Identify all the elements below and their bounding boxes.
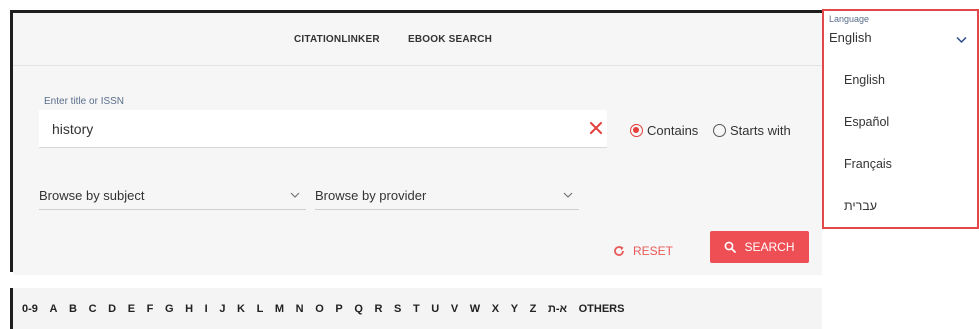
search-icon — [725, 241, 737, 253]
language-option[interactable]: Español — [824, 101, 977, 143]
chevron-down-icon — [563, 192, 573, 198]
top-nav: CITATIONLINKER EBOOK SEARCH — [13, 13, 822, 66]
alpha-link[interactable]: Y — [511, 303, 518, 315]
language-label: Language — [829, 14, 870, 24]
alpha-link[interactable]: Z — [530, 303, 537, 315]
search-button[interactable]: SEARCH — [710, 231, 809, 263]
main-frame: CITATIONLINKER EBOOK SEARCH Enter title … — [10, 10, 822, 275]
alpha-link[interactable]: K — [237, 303, 245, 315]
language-dropdown: Language English English Español Françai… — [822, 9, 979, 229]
alpha-link[interactable]: OTHERS — [579, 303, 625, 315]
alpha-link[interactable]: G — [165, 303, 174, 315]
radio-starts-with-indicator — [713, 124, 726, 137]
alpha-link[interactable]: X — [492, 303, 499, 315]
search-panel: Enter title or ISSN Contains Starts with… — [13, 67, 822, 275]
alpha-link[interactable]: א-ת — [548, 303, 567, 315]
chevron-down-icon — [290, 192, 300, 198]
browse-subject-label: Browse by subject — [39, 188, 145, 203]
alpha-link[interactable]: O — [315, 303, 324, 315]
nav-ebook-search[interactable]: EBOOK SEARCH — [408, 34, 492, 45]
language-option[interactable]: Français — [824, 143, 977, 185]
browse-provider-label: Browse by provider — [315, 188, 427, 203]
search-field-label: Enter title or ISSN — [44, 96, 125, 107]
browse-by-subject-dropdown[interactable]: Browse by subject — [39, 184, 306, 210]
alpha-link[interactable]: 0-9 — [22, 303, 38, 315]
alpha-link[interactable]: C — [89, 303, 97, 315]
radio-contains-indicator — [630, 124, 643, 137]
alpha-link[interactable]: U — [431, 303, 439, 315]
reset-button[interactable]: RESET — [613, 240, 673, 262]
alpha-link[interactable]: E — [128, 303, 135, 315]
alpha-link[interactable]: L — [257, 303, 264, 315]
alpha-link[interactable]: A — [50, 303, 58, 315]
alpha-link[interactable]: F — [147, 303, 154, 315]
refresh-icon — [614, 246, 624, 256]
alpha-link[interactable]: S — [394, 303, 401, 315]
radio-contains[interactable]: Contains — [630, 123, 698, 138]
alpha-link[interactable]: J — [219, 303, 225, 315]
language-option[interactable]: עברית — [824, 185, 977, 227]
alpha-link[interactable]: I — [205, 303, 208, 315]
nav-citationlinker[interactable]: CITATIONLINKER — [294, 34, 380, 45]
language-selected-value: English — [829, 30, 872, 45]
language-option[interactable]: English — [824, 59, 977, 101]
alpha-link[interactable]: Q — [354, 303, 363, 315]
language-select[interactable]: English — [824, 25, 977, 53]
alpha-link[interactable]: W — [470, 303, 480, 315]
alpha-link[interactable]: H — [185, 303, 193, 315]
alpha-link[interactable]: P — [335, 303, 342, 315]
alpha-link[interactable]: D — [108, 303, 116, 315]
radio-starts-with[interactable]: Starts with — [713, 123, 791, 138]
search-input[interactable] — [39, 110, 607, 148]
alpha-link[interactable]: T — [413, 303, 420, 315]
alpha-link[interactable]: B — [69, 303, 77, 315]
browse-by-provider-dropdown[interactable]: Browse by provider — [315, 184, 579, 210]
close-icon[interactable] — [588, 120, 604, 136]
alpha-link[interactable]: M — [275, 303, 284, 315]
alpha-link[interactable]: V — [451, 303, 458, 315]
radio-starts-with-label: Starts with — [730, 123, 791, 138]
alpha-link[interactable]: N — [296, 303, 304, 315]
alphabet-bar: 0-9 A B C D E F G H I J K L M N O P Q R … — [10, 288, 822, 329]
search-button-label: SEARCH — [744, 240, 795, 254]
chevron-down-icon — [956, 36, 967, 44]
language-options-list: English Español Français עברית — [824, 59, 977, 227]
radio-contains-label: Contains — [647, 123, 699, 138]
reset-label: RESET — [633, 244, 674, 258]
alpha-link[interactable]: R — [374, 303, 382, 315]
